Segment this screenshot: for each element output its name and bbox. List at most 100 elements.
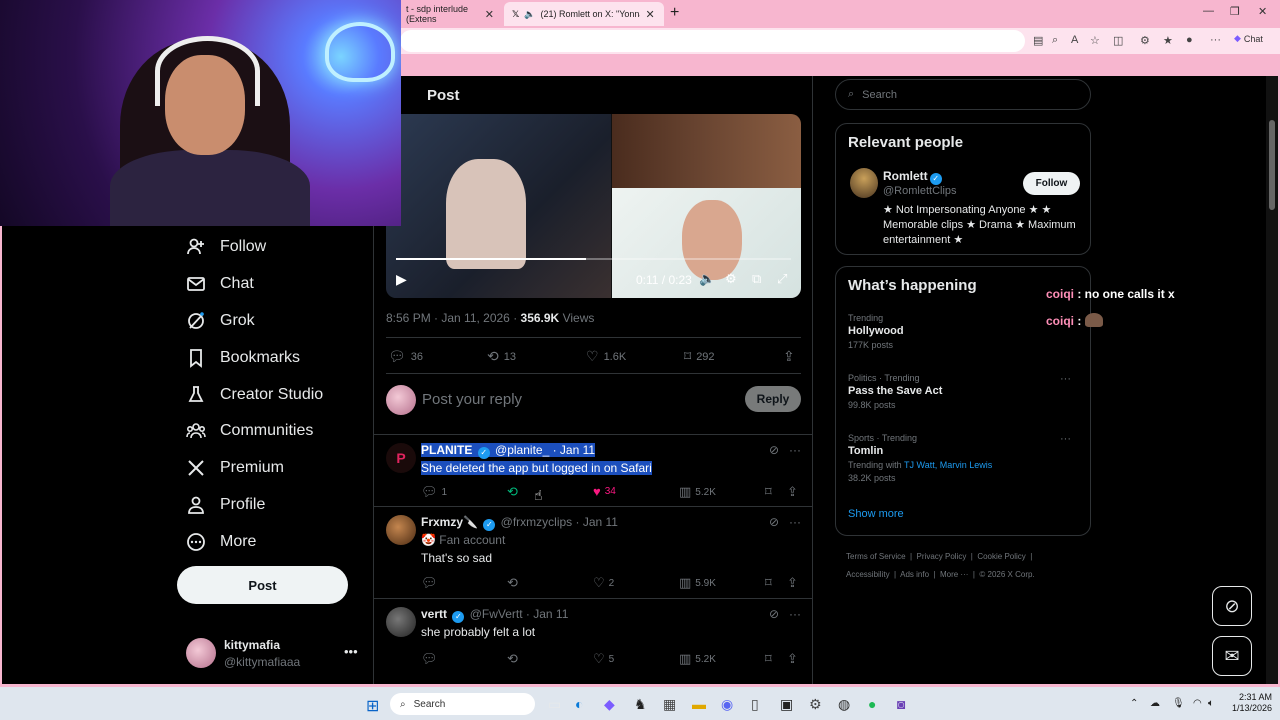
search-input[interactable]: ⌕ Search: [835, 79, 1091, 110]
reply-action[interactable]: 💬︎: [421, 651, 438, 667]
reply-action[interactable]: 💬︎ 1: [421, 484, 447, 500]
split-icon[interactable]: ◫: [1113, 34, 1123, 47]
spotify-icon[interactable]: ●: [868, 696, 876, 712]
reply-button[interactable]: Reply: [745, 386, 801, 412]
table-row[interactable]: vertt ✓ @FwVertt · Jan 11 she probably f…: [374, 599, 812, 679]
minimize-icon[interactable]: —: [1203, 5, 1214, 17]
avatar[interactable]: [850, 168, 878, 198]
trend-more-icon[interactable]: ···: [1060, 373, 1071, 385]
read-aloud-icon[interactable]: A: [1071, 34, 1078, 46]
share-action[interactable]: ⇪: [787, 575, 798, 591]
url-field[interactable]: [400, 30, 1025, 52]
browser-tab-active[interactable]: 𝕏 🔈 (21) Romlett on X: "Yonna sa... ✕: [504, 2, 664, 26]
taskbar-clock[interactable]: 2:31 AM 1/13/2026: [1224, 692, 1272, 714]
fullscreen-icon[interactable]: ⤢: [777, 271, 787, 287]
avatar[interactable]: P: [386, 443, 416, 473]
zoom-icon[interactable]: ⌕: [1052, 34, 1058, 47]
video-player[interactable]: ▶ 0:11 / 0:23 🔈 ⚙ ⧉ ⤢: [386, 114, 801, 298]
sidebar-item-grok[interactable]: Grok: [186, 311, 255, 331]
app-icon[interactable]: ♞: [634, 696, 647, 713]
post-button[interactable]: Post: [177, 566, 348, 604]
bookmark-action[interactable]: ⌑: [765, 484, 772, 500]
favorites-icon[interactable]: ★: [1163, 34, 1173, 47]
sidebar-item-bookmarks[interactable]: Bookmarks: [186, 348, 300, 368]
footer-link[interactable]: More ···: [940, 570, 968, 579]
sidebar-item-creator-studio[interactable]: Creator Studio: [186, 385, 323, 405]
trend-item[interactable]: Trending Hollywood 177K posts: [848, 313, 904, 350]
notepad-icon[interactable]: ▯: [751, 696, 759, 713]
repost-action[interactable]: ⟲: [507, 575, 518, 591]
table-row[interactable]: Frxmzy🔪 ✓ @frxmzyclips · Jan 11 🤡 Fan ac…: [374, 507, 812, 599]
tray-chevron-icon[interactable]: ⌃: [1130, 698, 1138, 709]
edge-icon[interactable]: ◐: [575, 696, 583, 712]
bookmark-action[interactable]: ⌑: [765, 575, 772, 591]
avatar[interactable]: [386, 515, 416, 545]
footer-link[interactable]: Privacy Policy: [917, 552, 967, 561]
more-icon[interactable]: ···: [789, 607, 801, 621]
settings-icon[interactable]: ⚙: [725, 271, 737, 287]
trend-more-icon[interactable]: ···: [1060, 433, 1071, 445]
avatar[interactable]: [386, 607, 416, 637]
restore-icon[interactable]: ❐: [1230, 5, 1240, 18]
app-icon[interactable]: ◙: [897, 696, 905, 712]
author-name[interactable]: PLANITE: [421, 443, 472, 457]
person-handle[interactable]: @RomlettClips: [883, 185, 957, 197]
volume-icon[interactable]: 🔈︎: [1208, 698, 1214, 709]
show-more-link[interactable]: Show more: [848, 508, 904, 520]
account-more-icon[interactable]: •••: [344, 644, 358, 659]
follow-button[interactable]: Follow: [1023, 172, 1080, 195]
cloud-icon[interactable]: ☁: [1150, 698, 1160, 709]
sidebar-item-follow[interactable]: Follow: [186, 237, 266, 257]
sidebar-item-communities[interactable]: Communities: [186, 421, 313, 441]
new-tab-button[interactable]: +: [670, 4, 679, 22]
settings-icon[interactable]: ⚙: [809, 696, 822, 713]
more-icon[interactable]: ···: [789, 443, 801, 457]
table-row[interactable]: P PLANITE ✓ @planite_ · Jan 11 She delet…: [374, 435, 812, 507]
avatar[interactable]: [186, 638, 216, 668]
views-action[interactable]: ▥ 5.2K: [679, 484, 716, 500]
bookmark-count-button[interactable]: ⌑ 292: [684, 348, 715, 365]
sidebar-item-more[interactable]: More: [186, 532, 256, 552]
sidebar-item-chat[interactable]: Chat: [186, 274, 254, 294]
share-action[interactable]: ⇪: [787, 651, 798, 667]
sidebar-item-premium[interactable]: Premium: [186, 458, 284, 478]
repost-action[interactable]: ⟲: [507, 484, 518, 500]
trend-item[interactable]: Politics · Trending Pass the Save Act 99…: [848, 373, 942, 410]
trend-item[interactable]: Sports · Trending Tomlin Trending with T…: [848, 433, 992, 483]
views-action[interactable]: ▥ 5.9K: [679, 575, 716, 591]
scrollbar-thumb[interactable]: [1269, 120, 1275, 210]
like-action[interactable]: ♡ 2: [593, 575, 614, 591]
app-icon[interactable]: ▣: [780, 696, 793, 713]
footer-link[interactable]: Ads info: [900, 570, 929, 579]
grok-fab[interactable]: ⊘: [1212, 586, 1252, 626]
sidebar-item-profile[interactable]: Profile: [186, 495, 265, 515]
windows-start-icon[interactable]: ⊞: [366, 696, 379, 716]
extensions-icon[interactable]: ⚙: [1140, 34, 1150, 47]
reader-icon[interactable]: ▤: [1033, 34, 1043, 47]
wifi-icon[interactable]: ◠: [1193, 698, 1202, 709]
play-icon[interactable]: ▶: [396, 271, 407, 288]
discord-icon[interactable]: ◉: [721, 696, 733, 713]
pip-icon[interactable]: ⧉: [752, 271, 761, 287]
like-action[interactable]: ♡ 5: [593, 651, 614, 667]
person-name[interactable]: Romlett ✓: [883, 169, 942, 185]
store-icon[interactable]: ▦: [663, 696, 676, 713]
repost-count-button[interactable]: ⟲ 13: [487, 348, 516, 365]
favorite-icon[interactable]: ☆: [1090, 34, 1100, 47]
grok-icon[interactable]: ⊘: [769, 515, 779, 529]
author-name[interactable]: Frxmzy🔪: [421, 515, 478, 529]
grok-icon[interactable]: ⊘: [769, 443, 779, 457]
reply-input[interactable]: Post your reply: [422, 391, 522, 408]
task-view-icon[interactable]: ▭: [548, 696, 561, 713]
close-window-icon[interactable]: ✕: [1258, 5, 1267, 18]
browser-tab[interactable]: t - sdp interlude (Extens ✕: [398, 2, 502, 26]
profile-icon[interactable]: ●: [1186, 34, 1193, 46]
share-button[interactable]: ⇪: [783, 348, 795, 365]
author-handle[interactable]: @FwVertt: [470, 607, 523, 621]
footer-link[interactable]: Accessibility: [846, 570, 890, 579]
like-action[interactable]: ♥ 34: [593, 484, 616, 499]
like-count-button[interactable]: ♡ 1.6K: [586, 348, 626, 365]
copilot-chat-button[interactable]: ◆ Chat: [1234, 33, 1263, 44]
more-icon[interactable]: ···: [789, 515, 801, 529]
volume-icon[interactable]: 🔈: [699, 271, 715, 287]
